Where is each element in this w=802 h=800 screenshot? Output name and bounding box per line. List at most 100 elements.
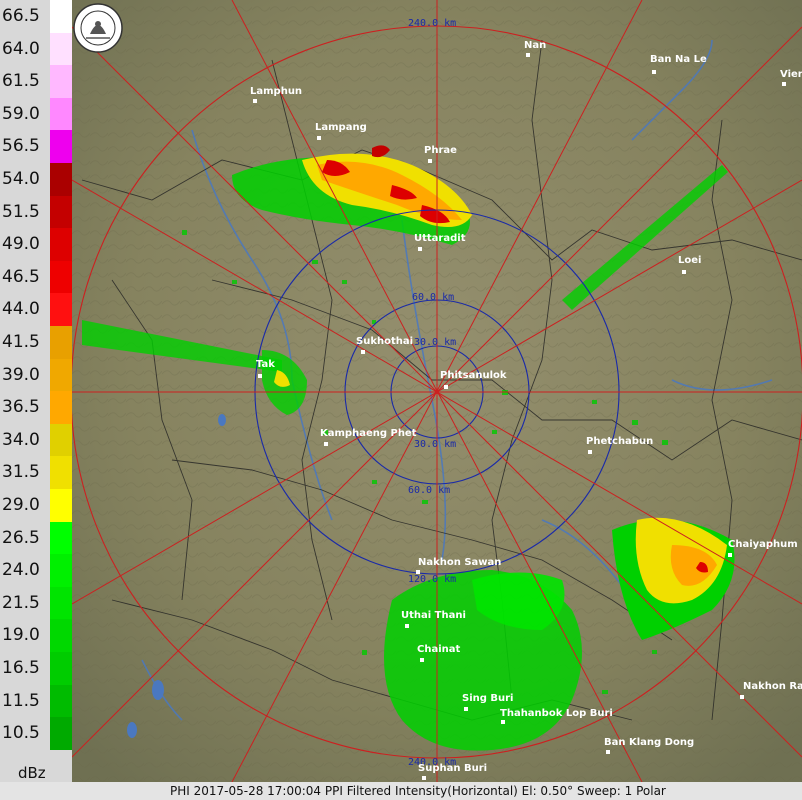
ring-label-60-north: 60.0 km (412, 292, 454, 303)
legend-level: 49.0 (0, 228, 72, 261)
legend-level-label: 54.0 (2, 169, 40, 189)
legend-level: 36.5 (0, 391, 72, 424)
legend-level-label: 11.5 (2, 690, 40, 711)
svg-text:Chainat: Chainat (417, 644, 461, 655)
legend-level: 54.0 (0, 163, 72, 196)
svg-text:Phrae: Phrae (424, 145, 457, 156)
legend-level-label: 44.0 (2, 299, 40, 320)
legend-level: 61.5 (0, 65, 72, 98)
ring-label-30-south: 30.0 km (414, 439, 456, 450)
legend-level-swatch (50, 293, 72, 326)
legend-level-label: 59.0 (2, 103, 40, 124)
svg-text:Phitsanulok: Phitsanulok (440, 370, 507, 381)
radar-site-marker (435, 390, 439, 394)
legend-level-swatch (50, 97, 72, 131)
legend-level-swatch (50, 619, 72, 652)
svg-text:Uthai Thani: Uthai Thani (401, 610, 466, 621)
legend-level: 26.5 (0, 521, 72, 555)
svg-text:Suphan Buri: Suphan Buri (418, 763, 487, 774)
svg-text:Lamphun: Lamphun (250, 86, 302, 97)
svg-text:Loei: Loei (678, 255, 701, 266)
legend-level-label: 16.5 (2, 658, 40, 678)
legend-level-swatch (50, 0, 72, 33)
dbz-legend: 66.5 64.0 61.5 59.0 56.5 54.0 51.5 49.0 46.5 44.0… (0, 0, 72, 800)
ring-label-60-south: 60.0 km (408, 485, 450, 496)
legend-level: 31.5 (0, 456, 72, 489)
legend-level-label: 34.0 (2, 429, 40, 450)
legend-level-swatch (50, 423, 72, 457)
legend-level-swatch (50, 586, 72, 620)
legend-level-label: 39.0 (2, 364, 40, 385)
legend-level-swatch (50, 652, 72, 685)
legend-level-swatch (50, 358, 72, 392)
legend-level: 21.5 (0, 586, 72, 620)
status-text: PHI 2017-05-28 17:00:04 PPI Filtered Int… (170, 784, 666, 798)
legend-level: 39.0 (0, 358, 72, 392)
legend-level-swatch (50, 521, 72, 555)
svg-text:Ban Klang Dong: Ban Klang Dong (604, 737, 694, 748)
legend-level-label: 56.5 (2, 136, 40, 157)
legend-level: 16.5 (0, 652, 72, 685)
legend-level-swatch (50, 489, 72, 522)
svg-text:Chaiyaphum: Chaiyaphum (728, 539, 798, 550)
legend-level-swatch (50, 326, 72, 359)
svg-text:Sing Buri: Sing Buri (462, 693, 514, 704)
legend-level-label: 41.5 (2, 332, 40, 352)
legend-level-label: 10.5 (2, 723, 40, 744)
legend-level-swatch (50, 260, 72, 294)
legend-level: 19.0 (0, 619, 72, 652)
legend-level-label: 36.5 (2, 397, 40, 418)
legend-level-label: 49.0 (2, 234, 40, 255)
legend-level: 51.5 (0, 195, 72, 229)
legend-level: 64.0 (0, 32, 72, 66)
legend-level: 44.0 (0, 293, 72, 326)
legend-level-swatch (50, 195, 72, 229)
svg-text:Nakhon Sawan: Nakhon Sawan (418, 557, 501, 568)
legend-level-label: 24.0 (2, 560, 40, 581)
radar-map[interactable]: 240.0 km 60.0 km 30.0 km 30.0 km 60.0 km… (72, 0, 802, 782)
legend-level: 59.0 (0, 97, 72, 131)
legend-level: 24.0 (0, 554, 72, 587)
legend-level: 41.5 (0, 326, 72, 359)
legend-level: 56.5 (0, 130, 72, 163)
legend-unit: dBz (18, 764, 46, 782)
svg-text:Nan: Nan (524, 40, 546, 51)
svg-text:Thahanbok Lop Buri: Thahanbok Lop Buri (500, 708, 613, 719)
ring-label-240-north: 240.0 km (408, 18, 456, 29)
legend-level-swatch (50, 391, 72, 424)
agency-seal-logo (72, 2, 124, 54)
ring-label-120-south: 120.0 km (408, 574, 456, 585)
legend-level-label: 26.5 (2, 527, 40, 548)
svg-text:Tak: Tak (256, 359, 275, 370)
legend-level-swatch (50, 717, 72, 750)
legend-level-label: 51.5 (2, 201, 40, 222)
legend-level-label: 66.5 (2, 6, 40, 26)
svg-text:Phetchabun: Phetchabun (586, 436, 653, 447)
legend-level: 34.0 (0, 423, 72, 457)
legend-level-swatch (50, 456, 72, 489)
legend-level-swatch (50, 65, 72, 98)
legend-level-label: 29.0 (2, 495, 40, 515)
legend-level-swatch (50, 32, 72, 66)
legend-level-label: 19.0 (2, 625, 40, 646)
svg-text:Kamphaeng Phet: Kamphaeng Phet (320, 428, 417, 439)
svg-text:Nakhon Ra: Nakhon Ra (743, 681, 802, 692)
ring-label-30-north: 30.0 km (414, 337, 456, 348)
legend-level-label: 64.0 (2, 38, 40, 59)
legend-level-swatch (50, 130, 72, 163)
legend-level: 46.5 (0, 260, 72, 294)
svg-text:Ban Na Le: Ban Na Le (650, 54, 707, 65)
legend-level-label: 61.5 (2, 71, 40, 92)
svg-text:Sukhothai: Sukhothai (356, 336, 413, 347)
legend-level: 29.0 (0, 489, 72, 522)
legend-level-label: 46.5 (2, 266, 40, 287)
legend-level: 10.5 (0, 717, 72, 750)
status-bar: PHI 2017-05-28 17:00:04 PPI Filtered Int… (0, 782, 802, 800)
svg-text:Uttaradit: Uttaradit (414, 233, 466, 244)
legend-level-swatch (50, 684, 72, 718)
legend-level-label: 31.5 (2, 462, 40, 483)
legend-level-swatch (50, 554, 72, 587)
svg-text:Lampang: Lampang (315, 122, 367, 133)
legend-level-swatch (50, 163, 72, 196)
legend-level-label: 21.5 (2, 592, 40, 613)
